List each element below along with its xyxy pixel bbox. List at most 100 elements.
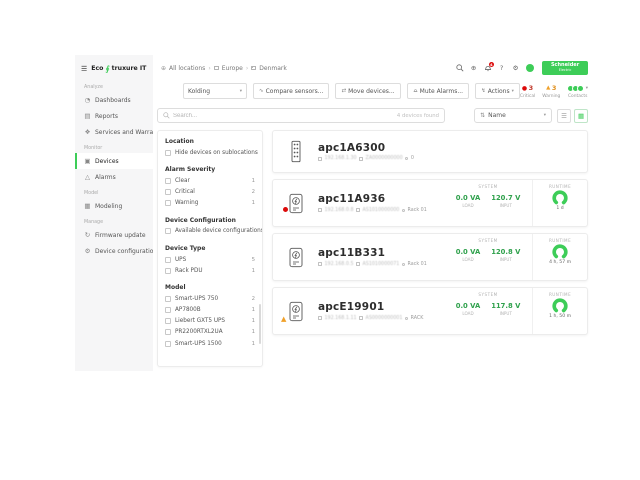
sidebar-item-services-warranties[interactable]: ❖ Services and Warranties <box>75 124 153 140</box>
checkbox[interactable] <box>165 150 171 156</box>
search-icon[interactable] <box>455 64 464 73</box>
brand-eco: Eco <box>91 65 103 72</box>
device-configuration-icon: ⚙ <box>84 247 91 255</box>
filter-severity-warning[interactable]: Warning 1 <box>165 198 255 209</box>
filter-count: 2 <box>252 189 255 195</box>
input-label: INPUT <box>500 311 512 316</box>
filter-model-smart-ups-1500[interactable]: Smart-UPS 1500 1 <box>165 338 255 349</box>
sidebar-item-label: Dashboards <box>95 97 131 104</box>
group-icon <box>405 157 408 160</box>
input-metric: 117.8 V INPUT <box>491 302 520 317</box>
load-value: 0.0 VA <box>456 248 480 256</box>
sidebar-item-dashboards[interactable]: ◔ Dashboards <box>75 92 153 108</box>
sort-by-dropdown[interactable]: ⇅ Name ▾ <box>474 108 552 123</box>
sidebar-item-modeling[interactable]: ▦ Modeling <box>75 198 153 214</box>
filter-severity-clear[interactable]: Clear 1 <box>165 175 255 186</box>
filter-model-ap7800b[interactable]: AP7800B 1 <box>165 305 255 316</box>
input-metric: 120.8 V INPUT <box>491 248 520 263</box>
view-toggle-group: ☰ ▦ <box>557 109 588 123</box>
load-metric: 0.0 VA LOAD <box>456 194 480 209</box>
sidebar-item-device-configuration[interactable]: ⚙ Device configuration <box>75 243 153 259</box>
contact-avatars <box>567 85 584 92</box>
app-brand: ☰ Eco∮truxure IT <box>75 62 153 79</box>
sidebar-item-label: Devices <box>95 158 119 165</box>
contact-avatar <box>577 85 584 92</box>
checkbox[interactable] <box>165 329 171 335</box>
list-view-button[interactable]: ☰ <box>557 109 571 123</box>
notification-badge: 4 <box>489 62 495 68</box>
filter-count: 1 <box>252 307 255 313</box>
settings-gear-icon[interactable]: ⚙ <box>511 64 520 73</box>
input-label: INPUT <box>500 257 512 262</box>
filter-scrollbar[interactable] <box>259 304 261 344</box>
device-info: apc11B331 192.168.0.5 AS1010000071 Rack … <box>318 247 427 267</box>
mute-alarms-button[interactable]: Mute Alarms... <box>407 83 469 99</box>
filter-hide-sublocations[interactable]: Hide devices on sublocations <box>165 147 255 158</box>
filter-severity-critical[interactable]: Critical 2 <box>165 186 255 197</box>
checkbox[interactable] <box>165 307 171 313</box>
critical-status[interactable]: ●3 Critical <box>520 84 535 99</box>
checkbox[interactable] <box>165 318 171 324</box>
user-avatar[interactable] <box>525 64 534 73</box>
help-icon[interactable]: ? <box>497 64 506 73</box>
warning-status[interactable]: ▲3 Warning <box>542 84 560 99</box>
checkbox[interactable] <box>165 189 171 195</box>
compare-sensors-button[interactable]: ∿ Compare sensors... <box>253 83 329 99</box>
device-card-apcE19901[interactable]: ▲ apcE19901 192.168.1.11 AS0000000001 RA… <box>272 287 588 335</box>
sidebar-section-analyze: Analyze <box>75 79 153 92</box>
filter-count: 1 <box>252 268 255 274</box>
sidebar-item-alarms[interactable]: △ Alarms <box>75 169 153 185</box>
breadcrumb-europe[interactable]: Europe <box>222 65 243 72</box>
all-locations-icon: ⊕ <box>161 65 166 72</box>
filter-type-ups[interactable]: UPS 5 <box>165 254 255 265</box>
device-result-count: 4 devices found <box>397 113 439 119</box>
filter-model-liebert-gxt5[interactable]: Liebert GXT5 UPS 1 <box>165 316 255 327</box>
checkbox[interactable] <box>165 200 171 206</box>
device-name: apcE19901 <box>318 301 423 313</box>
checkbox[interactable] <box>165 341 171 347</box>
breadcrumb-separator: › <box>208 65 210 72</box>
runtime-value: 4 h, 57 m <box>549 260 571 265</box>
sidebar-item-reports[interactable]: ▤ Reports <box>75 108 153 124</box>
breadcrumb-all-locations[interactable]: All locations <box>169 65 205 72</box>
device-meta: 192.168.1.11 AS0000000001 RACK <box>318 316 423 321</box>
alarms-icon: △ <box>84 173 91 181</box>
input-metric: 120.7 V INPUT <box>491 194 520 209</box>
checkbox[interactable] <box>165 228 171 234</box>
checkbox[interactable] <box>165 268 171 274</box>
input-label: INPUT <box>500 203 512 208</box>
chevron-down-icon: ▾ <box>240 89 242 94</box>
sidebar-item-label: Reports <box>95 113 118 120</box>
breadcrumb-denmark[interactable]: Denmark <box>259 65 287 72</box>
filter-model-smart-ups-750[interactable]: Smart-UPS 750 2 <box>165 293 255 304</box>
device-card-apc11A936[interactable]: apc11A936 192.168.0.8 AS1010000000 Rack … <box>272 179 588 227</box>
sort-by-value: Name <box>488 112 506 119</box>
runtime-gauge <box>551 190 569 206</box>
sidebar-item-label: Firmware update <box>95 232 146 239</box>
filter-model-pr2200rtxl2ua[interactable]: PR2200RTXL2UA 1 <box>165 327 255 338</box>
globe-icon[interactable]: ⊕ <box>469 64 478 73</box>
notifications-bell-icon[interactable]: 4 <box>483 64 492 73</box>
runtime-section: RUNTIME 4 h, 57 m <box>532 234 587 280</box>
location-filter-dropdown[interactable]: Kolding ▾ <box>183 83 247 99</box>
filter-available-configurations[interactable]: Available device configurations 2 <box>165 226 255 237</box>
hamburger-menu-icon[interactable]: ☰ <box>81 65 87 73</box>
device-card-apc1A6300[interactable]: apc1A6300 192.168.1.30 ZA0000000000 0 <box>272 130 588 173</box>
filter-count: 1 <box>252 178 255 184</box>
filter-type-rack-pdu[interactable]: Rack PDU 1 <box>165 265 255 276</box>
contacts-status[interactable]: ▾ Contacts <box>567 84 588 99</box>
filter-label: AP7800B <box>175 307 201 313</box>
checkbox[interactable] <box>165 257 171 263</box>
device-card-apc11B331[interactable]: apc11B331 192.168.0.5 AS1010000071 Rack … <box>272 233 588 281</box>
move-devices-button[interactable]: ⇄ Move devices... <box>335 83 400 99</box>
actions-button[interactable]: ↯ Actions ▾ <box>475 83 520 99</box>
search-input[interactable] <box>173 113 394 119</box>
checkbox[interactable] <box>165 296 171 302</box>
checkbox[interactable] <box>165 178 171 184</box>
ups-icon <box>286 193 306 214</box>
card-view-button[interactable]: ▦ <box>574 109 588 123</box>
filter-title-device-configuration: Device Configuration <box>165 217 255 224</box>
sidebar-item-firmware-update[interactable]: ↻ Firmware update <box>75 227 153 243</box>
sidebar-item-devices[interactable]: ▣ Devices <box>75 153 153 169</box>
folder-icon <box>214 66 219 70</box>
